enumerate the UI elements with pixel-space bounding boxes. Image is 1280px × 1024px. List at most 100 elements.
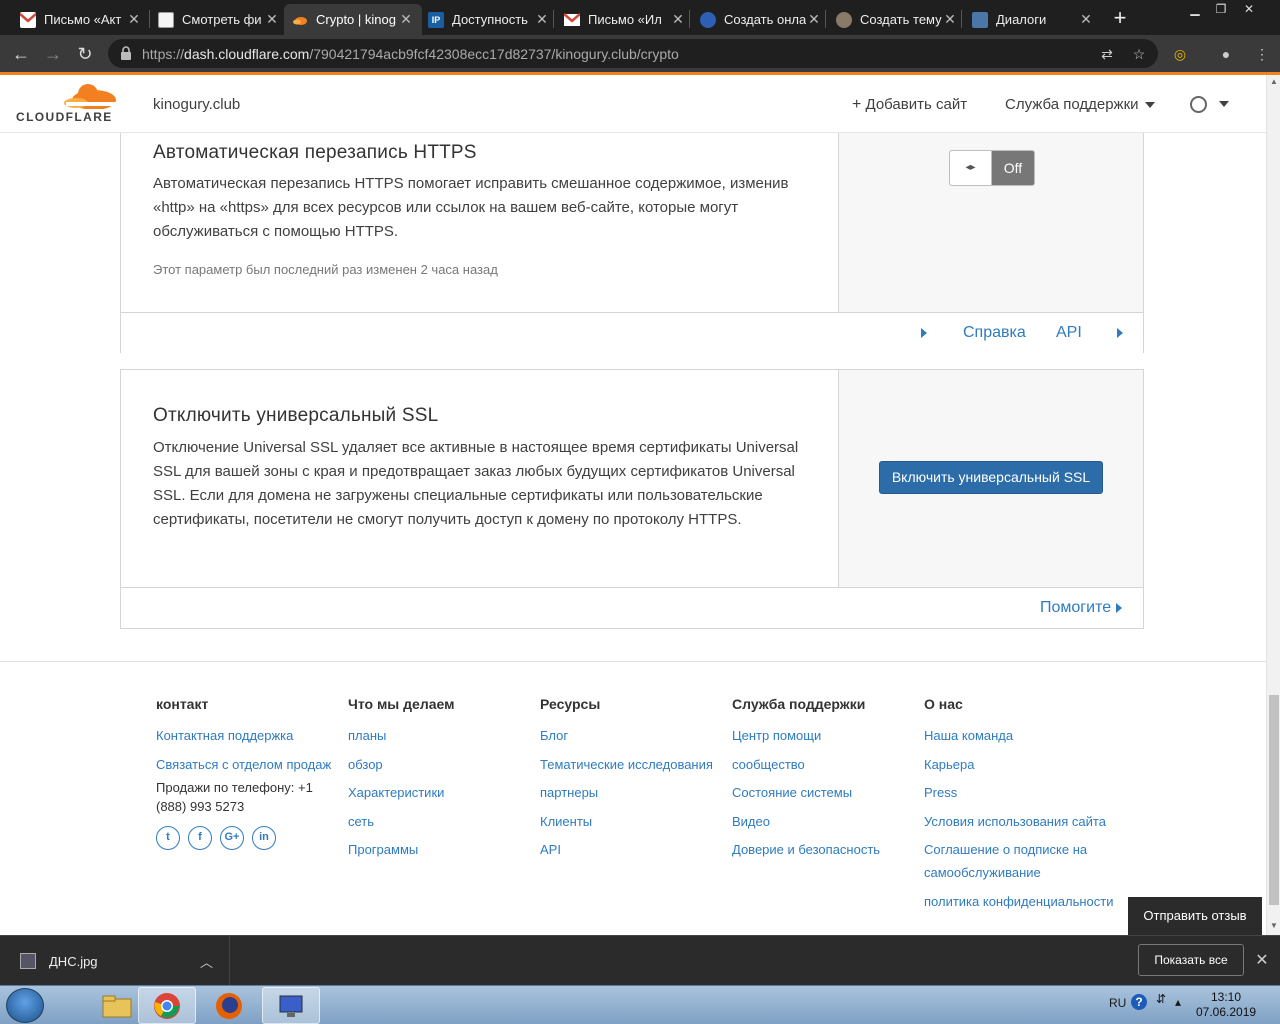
browser-tab[interactable]: Создать онла ✕ xyxy=(692,4,830,35)
footer-link[interactable]: Соглашение о подписке на самообслуживани… xyxy=(924,838,1114,884)
system-clock[interactable]: 13:10 07.06.2019 xyxy=(1196,990,1256,1020)
footer-link[interactable]: Press xyxy=(924,781,1114,804)
bookmark-star-icon[interactable]: ☆ xyxy=(1130,45,1148,63)
footer-link[interactable]: Центр помощи xyxy=(732,724,922,747)
user-account-icon[interactable] xyxy=(1190,96,1207,113)
scrollbar-thumb[interactable] xyxy=(1269,695,1279,905)
footer-link[interactable]: Характеристики xyxy=(348,781,538,804)
cloud-icon xyxy=(64,84,118,109)
site-selector[interactable]: kinogury.club xyxy=(153,96,240,113)
ip-icon: IP xyxy=(428,11,444,28)
close-tab-icon[interactable]: ✕ xyxy=(806,11,822,28)
show-all-button[interactable]: Показать все xyxy=(1138,944,1244,976)
linkedin-icon[interactable]: in xyxy=(252,826,276,850)
translate-icon[interactable]: ⇄ xyxy=(1098,45,1116,63)
support-menu[interactable]: Служба поддержки xyxy=(1005,96,1155,113)
firefox-icon[interactable] xyxy=(200,987,258,1024)
browser-tab-active[interactable]: Crypto | kinog ✕ xyxy=(284,4,422,35)
footer-link[interactable]: Клиенты xyxy=(540,810,730,833)
close-tab-icon[interactable]: ✕ xyxy=(264,11,280,28)
footer-link[interactable]: Тематические исследования xyxy=(540,753,730,776)
footer-link[interactable]: политика конфиденциальности xyxy=(924,890,1114,913)
browser-tab[interactable]: Диалоги ✕ xyxy=(964,4,1102,35)
footer-link[interactable]: Программы xyxy=(348,838,538,861)
tab-title: Письмо «Ил xyxy=(588,12,662,27)
language-indicator[interactable]: RU xyxy=(1109,996,1126,1010)
close-tab-icon[interactable]: ✕ xyxy=(534,11,550,28)
start-button[interactable] xyxy=(6,988,44,1023)
facebook-icon[interactable]: f xyxy=(188,826,212,850)
google-plus-icon[interactable]: G+ xyxy=(220,826,244,850)
close-window-icon[interactable]: ✕ xyxy=(1236,0,1262,20)
chevron-up-icon[interactable]: ︿ xyxy=(200,952,213,971)
forward-icon[interactable]: → xyxy=(40,41,66,67)
card-control: Включить универсальный SSL xyxy=(838,370,1143,587)
new-tab-icon[interactable]: + xyxy=(1108,5,1132,31)
chat-icon xyxy=(972,11,988,28)
scroll-up-icon[interactable]: ▲ xyxy=(1267,77,1280,86)
footer-link[interactable]: Доверие и безопасность xyxy=(732,838,922,861)
send-feedback-button[interactable]: Отправить отзыв xyxy=(1128,897,1262,935)
restore-icon[interactable]: ❐ xyxy=(1208,0,1234,20)
clock-date: 07.06.2019 xyxy=(1196,1005,1257,1019)
tab-title: Диалоги xyxy=(996,12,1047,27)
url-scheme: https:// xyxy=(142,46,185,62)
chrome-icon[interactable] xyxy=(138,987,196,1024)
browser-tab[interactable]: Письмо «Акт ✕ xyxy=(12,4,150,35)
profile-icon[interactable]: ● xyxy=(1216,44,1236,64)
extension-icon[interactable]: ◎ xyxy=(1170,44,1190,64)
footer-link[interactable]: сообщество xyxy=(732,753,922,776)
footer-column-about: О нас Наша команда Карьера Press Условия… xyxy=(924,696,1114,918)
footer-link[interactable]: Карьера xyxy=(924,753,1114,776)
footer-link[interactable]: Видео xyxy=(732,810,922,833)
add-site-button[interactable]: + Добавить сайт xyxy=(852,96,967,114)
browser-tab[interactable]: Письмо «Ил ✕ xyxy=(556,4,694,35)
cloudflare-logo[interactable]: CLOUDFLARE xyxy=(16,84,120,124)
api-link[interactable]: API xyxy=(1056,324,1082,342)
footer-link[interactable]: сеть xyxy=(348,810,538,833)
help-link[interactable]: Помогите xyxy=(1040,599,1122,617)
help-toggle-icon[interactable] xyxy=(921,324,927,342)
footer-link[interactable]: Условия использования сайта xyxy=(924,810,1114,833)
twitter-icon[interactable]: t xyxy=(156,826,180,850)
browser-tab[interactable]: IP Доступность ✕ xyxy=(420,4,558,35)
close-tab-icon[interactable]: ✕ xyxy=(398,11,414,28)
footer-link[interactable]: планы xyxy=(348,724,538,747)
browser-tab[interactable]: Создать тему ✕ xyxy=(828,4,966,35)
footer-heading: Ресурсы xyxy=(540,696,601,712)
minimize-icon[interactable]: ▁ xyxy=(1182,0,1208,20)
api-toggle-icon[interactable] xyxy=(1117,324,1123,342)
network-icon[interactable]: ⇵ xyxy=(1156,992,1166,1006)
close-tab-icon[interactable]: ✕ xyxy=(1078,11,1094,28)
https-rewrite-toggle[interactable]: ◂▸ Off xyxy=(949,150,1035,186)
close-tab-icon[interactable]: ✕ xyxy=(670,11,686,28)
toggle-knob-icon: ◂▸ xyxy=(950,151,992,185)
browser-tab[interactable]: Смотреть фи ✕ xyxy=(150,4,288,35)
close-tab-icon[interactable]: ✕ xyxy=(942,11,958,28)
tab-title: Письмо «Акт xyxy=(44,12,122,27)
footer-heading: Что мы делаем xyxy=(348,696,455,712)
footer-link[interactable]: Блог xyxy=(540,724,730,747)
reload-icon[interactable]: ↻ xyxy=(72,41,98,67)
help-link[interactable]: Справка xyxy=(963,324,1026,342)
footer-link[interactable]: Состояние системы xyxy=(732,781,922,804)
close-icon[interactable]: ✕ xyxy=(1254,950,1270,970)
remote-app-icon[interactable] xyxy=(262,987,320,1024)
enable-universal-ssl-button[interactable]: Включить универсальный SSL xyxy=(879,461,1103,494)
download-item[interactable]: ДНС.jpg ︿ xyxy=(0,936,230,986)
chevron-down-icon[interactable] xyxy=(1219,101,1229,107)
address-bar[interactable]: https://dash.cloudflare.com/790421794acb… xyxy=(108,39,1158,68)
scroll-down-icon[interactable]: ▼ xyxy=(1267,921,1280,930)
tray-expand-icon[interactable]: ▴ xyxy=(1175,995,1181,1009)
close-tab-icon[interactable]: ✕ xyxy=(126,11,142,28)
footer-link[interactable]: API xyxy=(540,838,730,861)
footer-link[interactable]: обзор xyxy=(348,753,538,776)
back-icon[interactable]: ← xyxy=(8,41,34,67)
footer-link[interactable]: Контактная поддержка xyxy=(156,724,346,747)
menu-icon[interactable]: ⋮ xyxy=(1252,44,1272,64)
footer-link[interactable]: партнеры xyxy=(540,781,730,804)
page-scrollbar[interactable]: ▲ ▼ xyxy=(1266,75,1280,935)
help-icon[interactable]: ? xyxy=(1131,994,1147,1010)
footer-link[interactable]: Связаться с отделом продаж xyxy=(156,753,346,776)
footer-link[interactable]: Наша команда xyxy=(924,724,1114,747)
